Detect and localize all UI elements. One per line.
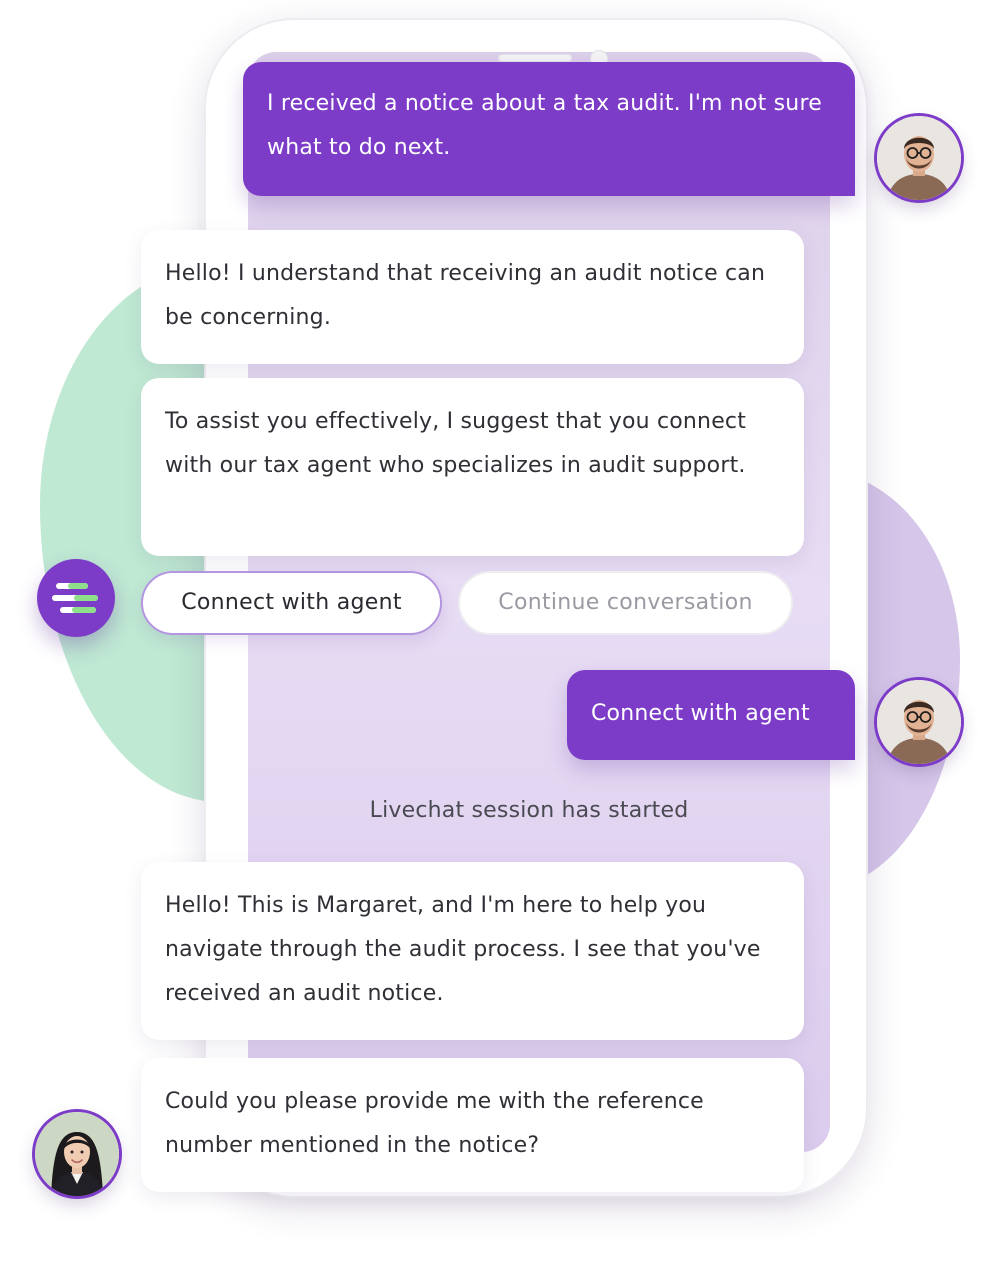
user-message: I received a notice about a tax audit. I…: [243, 62, 855, 196]
phone-speaker: [498, 54, 572, 62]
agent-message: Could you please provide me with the ref…: [141, 1058, 804, 1192]
bot-message: Hello! I understand that receiving an au…: [141, 230, 804, 364]
chat-illustration: I received a notice about a tax audit. I…: [0, 0, 994, 1272]
livechat-started-note: Livechat session has started: [369, 798, 689, 823]
user-avatar: [877, 680, 961, 764]
connect-with-agent-button[interactable]: Connect with agent: [141, 571, 442, 635]
woman-agent-avatar-icon: [35, 1112, 119, 1196]
bot-message: To assist you effectively, I suggest tha…: [141, 378, 804, 556]
user-message: Connect with agent: [567, 670, 855, 760]
man-with-glasses-avatar-icon: [877, 116, 961, 200]
chatbot-logo-icon: [37, 559, 115, 637]
man-with-glasses-avatar-icon: [877, 680, 961, 764]
user-avatar: [877, 116, 961, 200]
phone-side-button: [198, 170, 204, 230]
continue-conversation-button[interactable]: Continue conversation: [458, 571, 793, 635]
agent-avatar: [35, 1112, 119, 1196]
agent-message: Hello! This is Margaret, and I'm here to…: [141, 862, 804, 1040]
